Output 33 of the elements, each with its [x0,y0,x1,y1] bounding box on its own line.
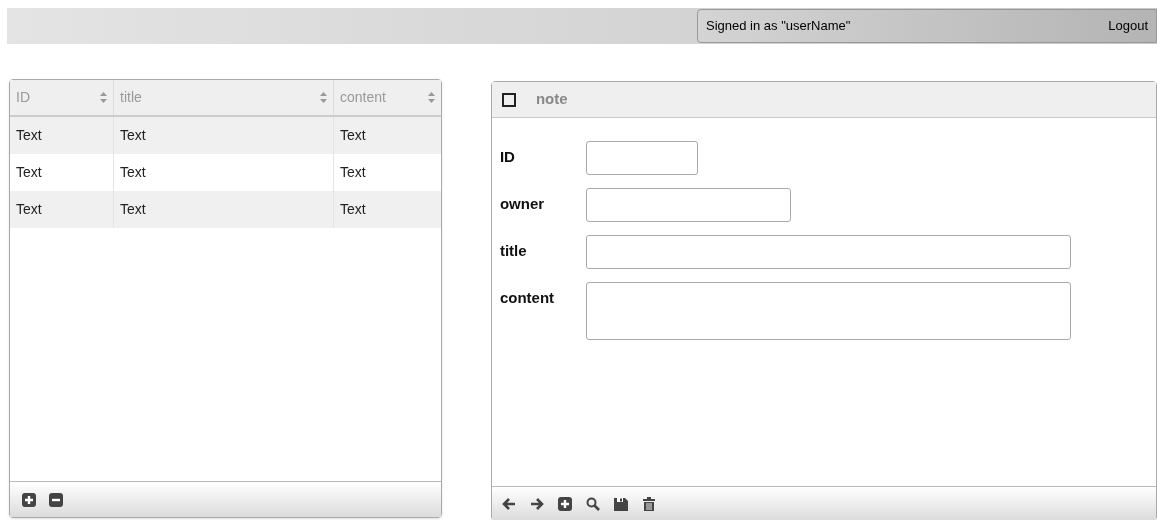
sort-icon [427,92,435,103]
table-cell-text: Text [340,126,366,145]
checkbox[interactable] [501,92,516,107]
left-arrow-icon[interactable] [501,496,516,511]
table-cell-text: Text [340,163,366,182]
sort-icon [100,92,107,103]
table-cell-text: Text [120,163,146,182]
plus-icon[interactable] [557,496,572,511]
field-label: owner [499,194,546,214]
table-row[interactable]: Text Text Text [10,154,441,191]
table-cell-text: Text [120,126,146,145]
search-icon[interactable] [585,496,600,511]
field-label: title [499,241,528,261]
input-field[interactable] [585,141,698,175]
table-row[interactable]: Text Text Text [10,117,441,154]
sort-icon [320,92,327,103]
input-field[interactable] [585,235,1071,269]
table-cell-text: Text [16,163,42,182]
table-cell-text: Text [340,200,366,219]
signed-in-text: Signed in as "userName" [706,17,851,36]
trash-icon[interactable] [641,496,656,511]
table-cell-text: Text [16,126,42,145]
table-cell-text: Text [120,200,146,219]
table-row[interactable]: Text Text Text [10,191,441,228]
minus-icon[interactable] [49,492,63,507]
table-cell-text: Text [16,200,42,219]
plus-icon[interactable] [22,492,36,507]
right-arrow-icon[interactable] [529,496,544,511]
panel-title: note [535,89,568,110]
field-label: ID [499,147,516,167]
logout-link[interactable]: Logout [1108,16,1148,36]
field-label: content [499,288,556,308]
input-field[interactable] [585,188,791,222]
